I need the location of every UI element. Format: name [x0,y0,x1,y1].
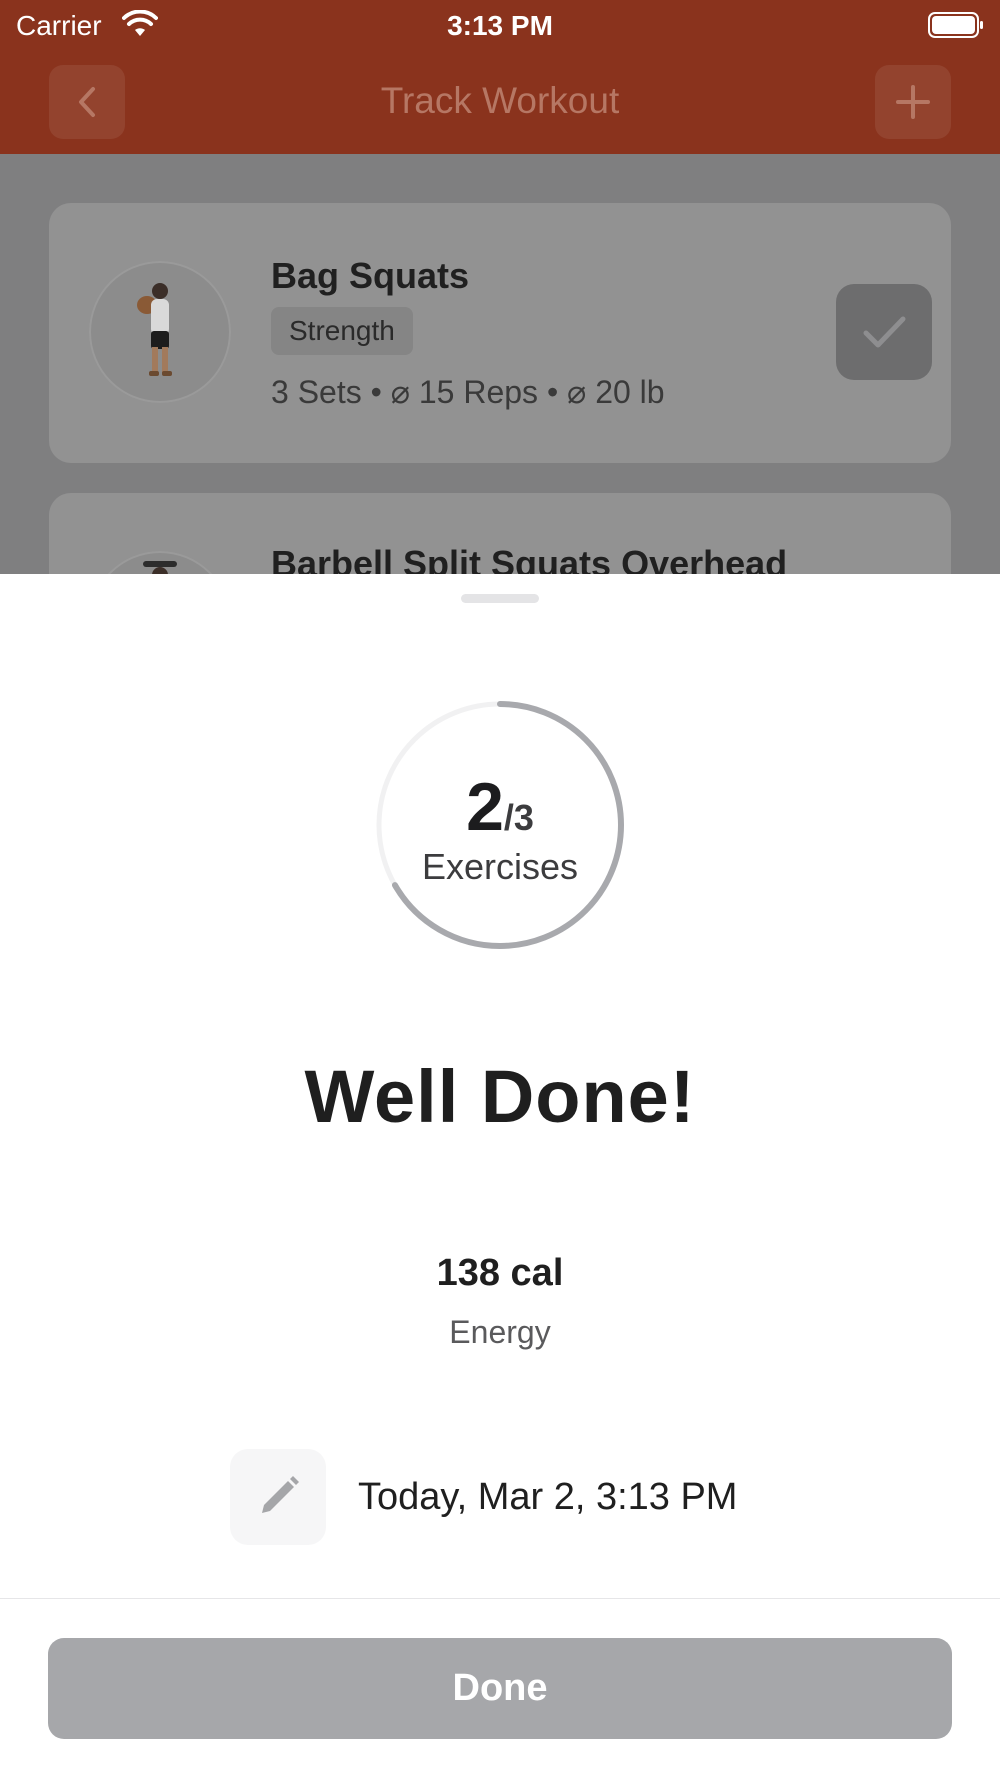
progress-total: /3 [503,797,534,838]
progress-completed: 2 [466,769,504,845]
energy-label: Energy [449,1314,551,1350]
exercise-thumbnail [89,551,231,574]
done-button[interactable]: Done [48,1638,952,1739]
checkmark-icon [863,316,906,348]
workout-summary-sheet: 2/3 Exercises Well Done! 138 cal Energy … [0,574,1000,1778]
exercise-name: Barbell Split Squats Overhead [271,543,788,574]
energy-value: 138 cal [436,1252,564,1294]
sheet-grabber[interactable] [461,594,539,603]
exercise-card[interactable]: Barbell Split Squats Overhead [49,493,951,574]
complete-exercise-button[interactable] [836,284,932,380]
edit-date-button[interactable] [230,1449,326,1545]
status-time: 3:13 PM [447,10,553,41]
navigation-bar: Carrier 3:13 PM Track Workout [0,0,1000,154]
completion-headline: Well Done! [304,1055,696,1138]
exercise-category-badge: Strength [271,307,413,355]
progress-unit-label: Exercises [421,846,579,887]
person-figure-icon [143,561,177,574]
exercise-card[interactable]: Bag Squats Strength 3 Sets • ⌀ 15 Reps •… [49,203,951,463]
plus-icon [896,85,930,119]
pencil-icon [262,1476,299,1513]
exercise-thumbnail [89,261,231,403]
exercise-progress-ring: 2/3 Exercises [375,700,625,950]
exercise-list: Bag Squats Strength 3 Sets • ⌀ 15 Reps •… [0,154,1000,574]
divider [0,1598,1000,1599]
add-exercise-button[interactable] [875,65,951,139]
battery-icon [928,12,983,38]
person-figure-icon [137,283,172,376]
workout-date[interactable]: Today, Mar 2, 3:13 PM [358,1476,737,1519]
exercise-summary: 3 Sets • ⌀ 15 Reps • ⌀ 20 lb [271,374,665,410]
status-bar: Carrier 3:13 PM [0,0,1000,50]
progress-count: 2/3 [375,768,625,846]
page-title: Track Workout [380,80,620,121]
exercise-name: Bag Squats [271,255,470,296]
